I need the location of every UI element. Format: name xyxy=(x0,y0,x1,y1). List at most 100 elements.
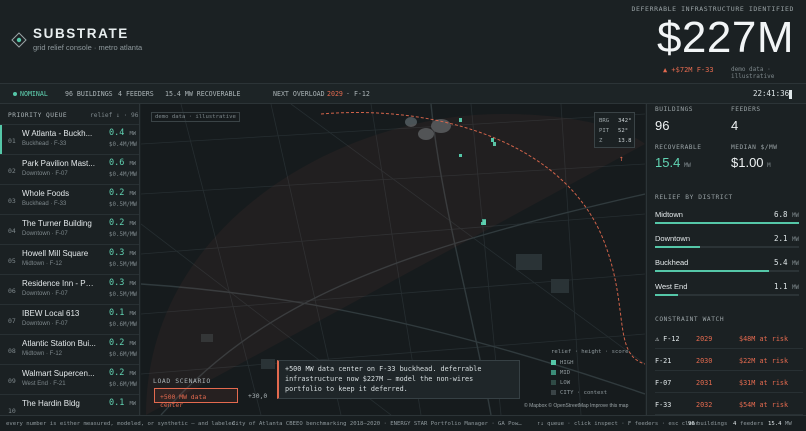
district-bar-track xyxy=(655,270,799,272)
queue-row[interactable]: 08 Atlantic Station Bui... Midtown · F-12 0… xyxy=(0,334,139,364)
constraint-row[interactable]: F-21 2030 $22M at risk xyxy=(655,354,803,376)
queue-row-relief-unit: MW xyxy=(129,281,137,287)
queue-row-relief: 0.2 MW xyxy=(109,188,136,198)
queue-row-index: 07 xyxy=(8,317,16,325)
queue-row[interactable]: 06 Residence Inn - Pe... Downtown · F-07 0.… xyxy=(0,274,139,304)
constraint-divider xyxy=(655,348,803,349)
queue-row-location: Downtown · F-07 xyxy=(22,291,68,297)
scenario-500mw-button[interactable]: +500 MW data center xyxy=(154,388,238,409)
queue-row-relief: 0.2 MW xyxy=(109,368,136,378)
queue-row[interactable]: 03 Whole Foods Buckhead · F-33 0.2 MW $0.5M/… xyxy=(0,184,139,214)
legend-item: HIGH xyxy=(551,360,573,366)
queue-row-rate: $0.5M/MW xyxy=(109,202,137,208)
queue-row-rate: $0.5M/MW xyxy=(109,292,137,298)
queue-row[interactable]: 07 IBEW Local 613 Downtown · F-07 0.1 MW $0.… xyxy=(0,304,139,334)
constraint-risk: $31M at risk xyxy=(739,379,789,387)
queue-row[interactable]: 09 Walmart Supercen... West End · F-21 0.2 … xyxy=(0,364,139,394)
queue-row-index: 04 xyxy=(8,227,16,235)
constraint-section-title: CONSTRAINT WATCH xyxy=(655,316,725,323)
footer-keyboard-hints: ↑↓ queue · click inspect · F feeders · e… xyxy=(537,421,699,427)
district-relief: 5.4 MW xyxy=(774,258,799,267)
constraint-divider xyxy=(655,370,803,371)
district-relief-value: 5.4 xyxy=(773,258,788,267)
legend-item: MID xyxy=(551,370,570,376)
queue-row-relief-unit: MW xyxy=(129,161,137,167)
constraint-year: 2029 xyxy=(696,335,713,343)
footer-disclaimer: every number is either measured, modeled… xyxy=(6,421,239,427)
queue-row-relief-unit: MW xyxy=(129,131,137,137)
summary-panel: BUILDINGS 96 FEEDERS 4 RECOVERABLE 15.4 … xyxy=(646,104,806,415)
district-row[interactable]: Buckhead 5.4 MW xyxy=(655,254,799,278)
district-row[interactable]: West End 1.1 MW xyxy=(655,278,799,302)
queue-row-name: W Atlanta - Buckh... xyxy=(22,129,93,138)
kpi-median-unit: M xyxy=(767,163,771,169)
status-next-overload-year: 2029 xyxy=(327,90,343,98)
queue-row-relief-value: 0.6 xyxy=(109,158,125,168)
queue-row-relief-unit: MW xyxy=(129,401,137,407)
legend-label: MID xyxy=(560,370,571,376)
legend-title: relief · height · score xyxy=(551,349,629,355)
queue-row-rate: $0.5M/MW xyxy=(109,262,137,268)
footer-mw-label: MW xyxy=(785,421,792,427)
district-bar-track xyxy=(655,246,799,248)
queue-row-name: Howell Mill Square xyxy=(22,249,89,258)
queue-row[interactable]: 05 Howell Mill Square Midtown · F-12 0.3 MW… xyxy=(0,244,139,274)
camera-orientation: BRG 342° PIT 52° Z 13.8 xyxy=(594,112,635,148)
queue-row-rate: $0.4M/MW xyxy=(109,172,137,178)
queue-row-location: Midtown · F-12 xyxy=(22,261,63,267)
district-row[interactable]: Midtown 6.8 MW xyxy=(655,206,799,230)
scenario-next-button[interactable]: +30,0 xyxy=(248,392,267,400)
status-dot-icon xyxy=(13,92,17,96)
queue-row-index: 10 xyxy=(8,407,16,415)
queue-row-relief-value: 0.2 xyxy=(109,338,125,348)
legend-swatch xyxy=(551,370,556,375)
legend-label: CITY · context xyxy=(560,390,608,396)
orient-pitch-label: PIT xyxy=(599,128,610,134)
orient-bearing-value: 342° xyxy=(618,118,632,124)
map-demo-tag: demo data · illustrative xyxy=(151,112,240,122)
queue-row-relief: 0.4 MW xyxy=(109,128,136,138)
kpi-median-label: MEDIAN $/MW xyxy=(731,144,778,151)
constraint-feeder: ⚠ F-12 xyxy=(655,335,680,343)
queue-row-name: Walmart Supercen... xyxy=(22,369,95,378)
queue-row-relief: 0.6 MW xyxy=(109,158,136,168)
kpi-feeders-value: 4 xyxy=(731,118,739,133)
queue-row-relief-value: 0.3 xyxy=(109,278,125,288)
constraint-feeder: F-07 xyxy=(655,379,672,387)
map-view[interactable]: demo data · illustrative BRG 342° PIT 52… xyxy=(141,104,645,415)
queue-row-location: Downtown · F-07 xyxy=(22,321,68,327)
queue-row-relief-unit: MW xyxy=(129,341,137,347)
footer-sources[interactable]: City of Atlanta CBEEO benchmarking 2018–… xyxy=(232,421,522,427)
district-name: West End xyxy=(655,282,688,291)
queue-row-relief-value: 0.2 xyxy=(109,188,125,198)
map-credits[interactable]: © Mapbox © OpenStreetMap Improve this ma… xyxy=(524,403,628,409)
queue-row-location: Downtown · F-07 xyxy=(22,231,68,237)
queue-row-relief: 0.2 MW xyxy=(109,218,136,228)
status-next-overload-feeder: · F-12 xyxy=(346,90,370,98)
queue-row-relief: 0.3 MW xyxy=(109,248,136,258)
queue-row-index: 06 xyxy=(8,287,16,295)
clock-cursor xyxy=(789,90,792,99)
queue-sort-toggle[interactable]: relief ↓ · 96 xyxy=(90,112,138,119)
queue-row[interactable]: 10 The Hardin Bldg 0.1 MW xyxy=(0,394,139,415)
constraint-row[interactable]: ⚠ F-12 2029 $48M at risk xyxy=(655,332,803,354)
district-row[interactable]: Downtown 2.1 MW xyxy=(655,230,799,254)
district-bar-track xyxy=(655,222,799,224)
district-relief: 6.8 MW xyxy=(774,210,799,219)
constraint-year: 2030 xyxy=(696,357,713,365)
queue-row[interactable]: 02 Park Pavilion Mast... Downtown · F-07 0.… xyxy=(0,154,139,184)
kpi-median-value: $1.00 M xyxy=(731,155,771,170)
constraint-feeder: F-33 xyxy=(655,401,672,409)
legend-item: LOW xyxy=(551,380,570,386)
kpi-median-number: $1.00 xyxy=(731,155,764,170)
constraint-row[interactable]: F-07 2031 $31M at risk xyxy=(655,376,803,398)
compass-icon[interactable]: ↑ xyxy=(619,154,624,163)
queue-row-relief: 0.2 MW xyxy=(109,338,136,348)
queue-row[interactable]: 01 W Atlanta - Buckh... Buckhead · F-33 0.4… xyxy=(0,124,139,154)
queue-row-selected-marker xyxy=(0,125,2,154)
queue-row-relief: 0.3 MW xyxy=(109,278,136,288)
queue-row[interactable]: 04 The Turner Building Downtown · F-07 0.2 … xyxy=(0,214,139,244)
queue-row-location: Buckhead · F-33 xyxy=(22,201,67,207)
queue-row-rate: $0.6M/MW xyxy=(109,322,137,328)
district-relief-value: 1.1 xyxy=(773,282,788,291)
